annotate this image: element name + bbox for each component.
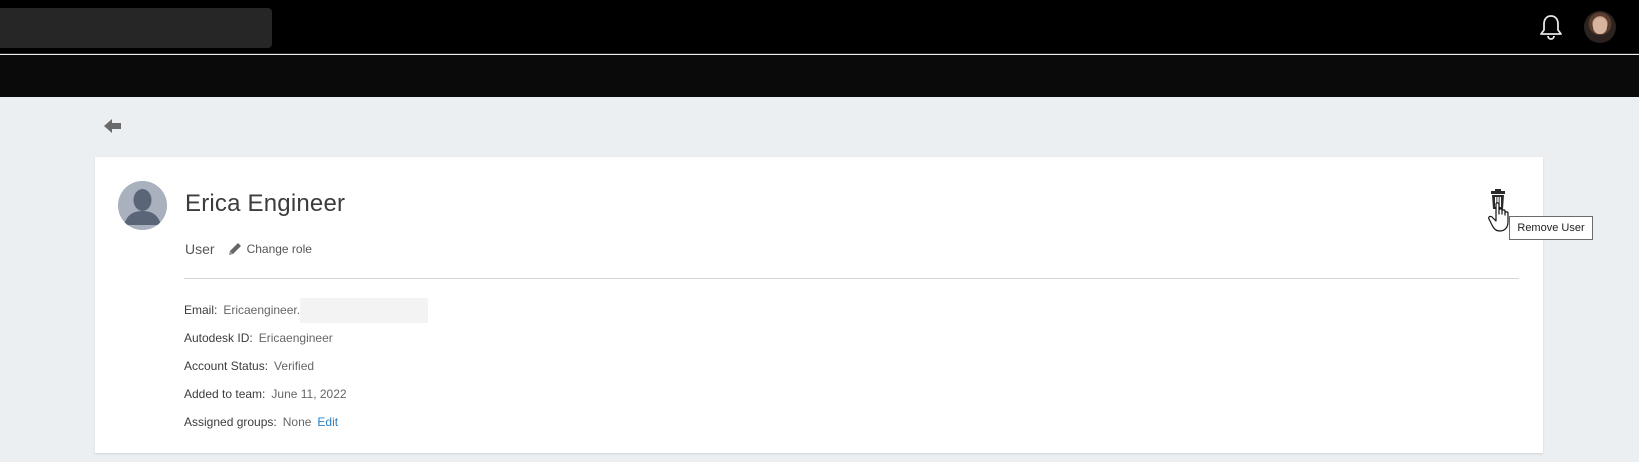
assigned-groups-row: Assigned groups: None Edit (184, 408, 428, 436)
email-value: Ericaengineer. (223, 303, 301, 317)
search-input[interactable] (0, 8, 272, 48)
change-role-button[interactable]: Change role (227, 241, 312, 257)
role-row: User Change role (185, 241, 312, 257)
user-detail-card: Erica Engineer User Change role Email: E… (95, 157, 1543, 453)
autodesk-id-label: Autodesk ID: (184, 331, 253, 345)
pencil-icon (228, 243, 241, 255)
account-status-label: Account Status: (184, 359, 269, 373)
sub-navigation-bar (0, 55, 1639, 97)
user-avatar[interactable] (1584, 11, 1616, 43)
remove-user-tooltip: Remove User (1509, 216, 1593, 240)
user-details-list: Email: Ericaengineer. Autodesk ID: Erica… (184, 296, 429, 436)
email-row: Email: Ericaengineer. (184, 296, 429, 324)
autodesk-id-value: Ericaengineer (258, 331, 333, 345)
role-label: User (185, 241, 215, 257)
bell-icon[interactable] (1538, 13, 1564, 41)
assigned-groups-label: Assigned groups: (184, 415, 277, 429)
added-to-team-row: Added to team: June 11, 2022 (184, 380, 428, 408)
top-bar (0, 0, 1639, 54)
email-label: Email: (184, 303, 218, 317)
change-role-label: Change role (246, 242, 312, 256)
arrow-left-icon[interactable] (102, 116, 124, 136)
autodesk-id-row: Autodesk ID: Ericaengineer (184, 324, 428, 352)
account-status-value: Verified (274, 359, 315, 373)
account-status-row: Account Status: Verified (184, 352, 428, 380)
divider (184, 278, 1519, 279)
profile-avatar (118, 181, 167, 230)
added-to-team-value: June 11, 2022 (271, 387, 347, 401)
user-name: Erica Engineer (185, 190, 346, 217)
edit-groups-link[interactable]: Edit (317, 415, 338, 429)
person-silhouette-icon (118, 181, 167, 230)
redacted-block (300, 297, 429, 323)
added-to-team-label: Added to team: (184, 387, 266, 401)
assigned-groups-value: None (282, 415, 312, 429)
